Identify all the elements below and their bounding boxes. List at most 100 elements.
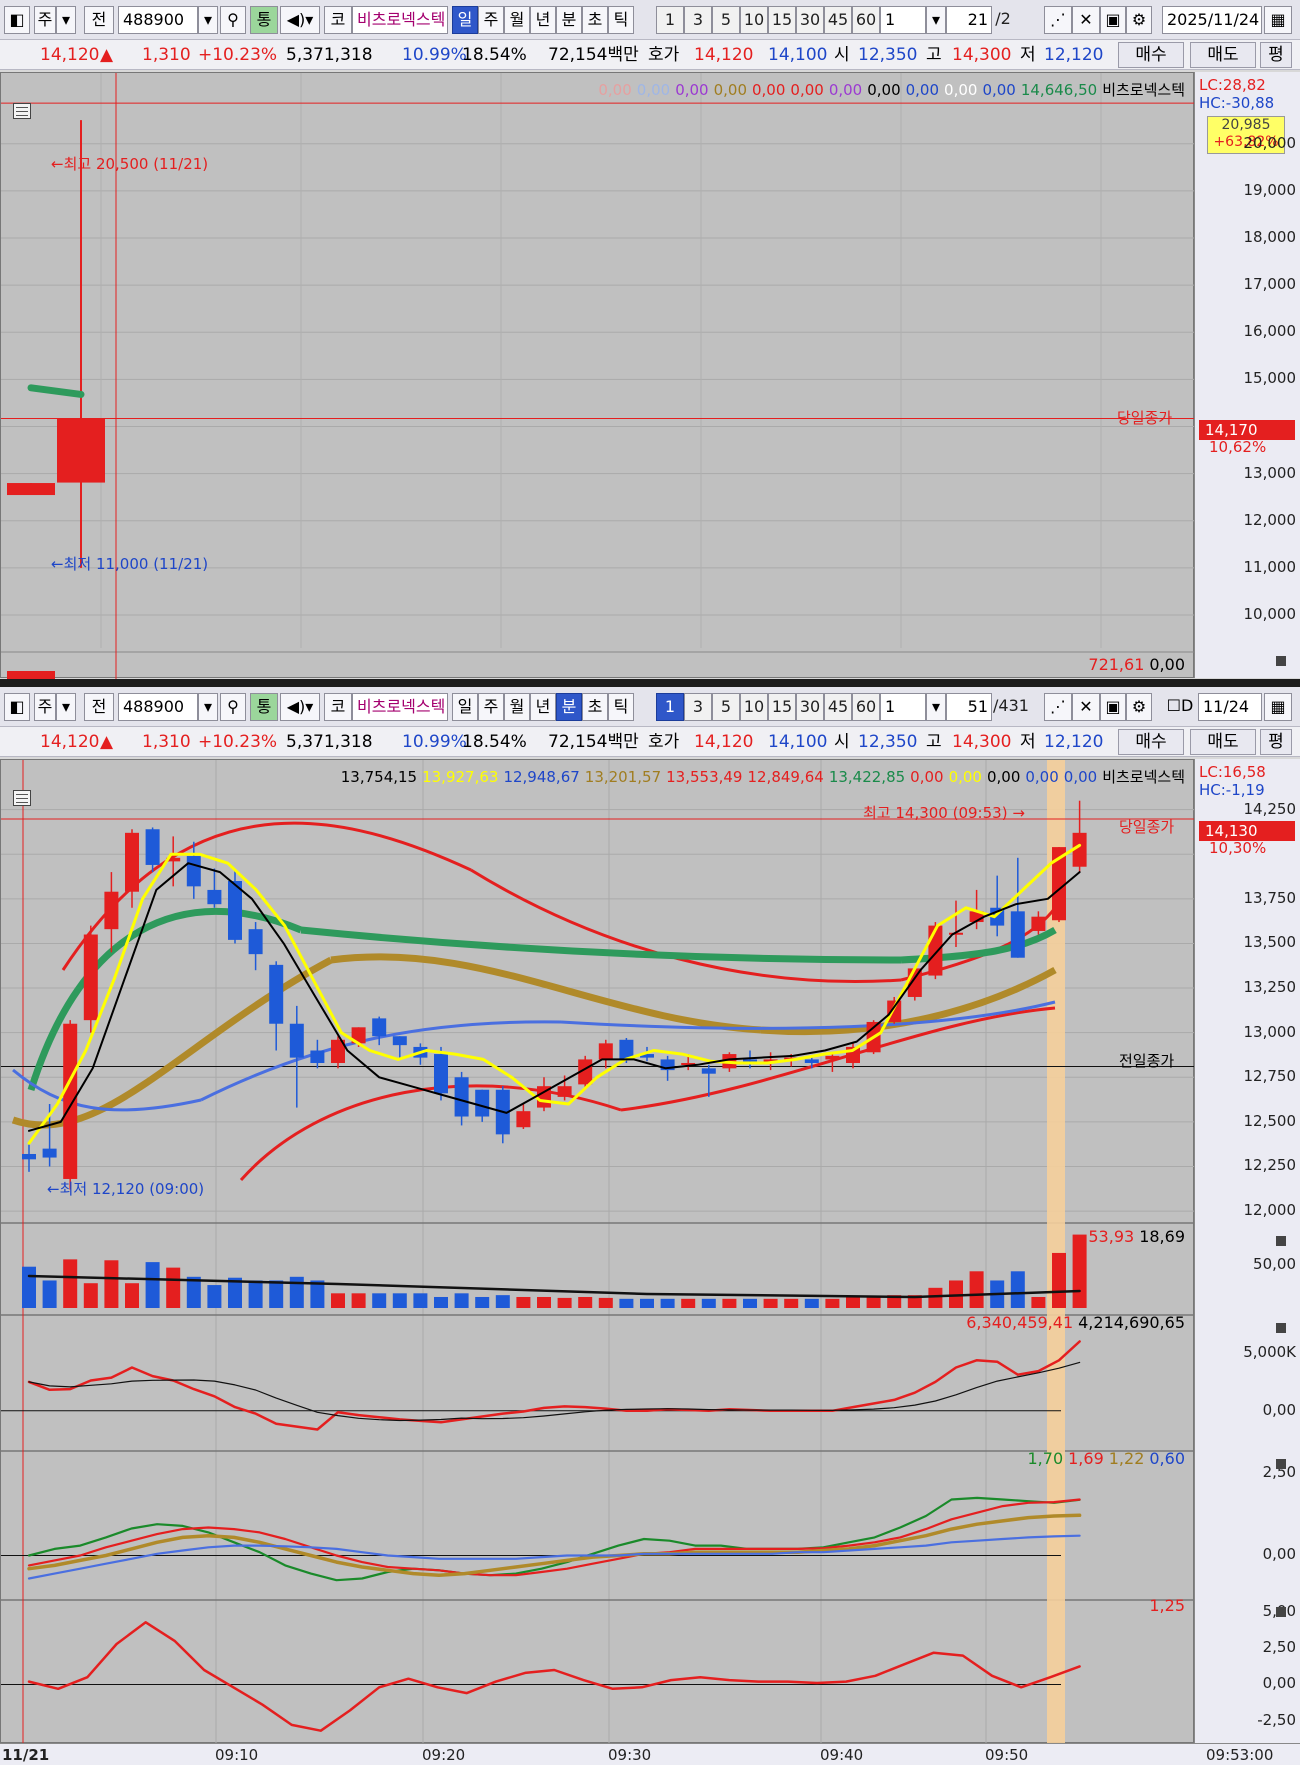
page-input[interactable]: 21 <box>946 6 992 34</box>
chevron-down-icon[interactable]: ▾ <box>198 6 218 34</box>
period-6[interactable]: 틱 <box>608 6 634 34</box>
calendar-icon[interactable]: ▦ <box>1264 6 1292 34</box>
page-input[interactable]: 51 <box>946 693 992 721</box>
chevron-down-icon[interactable]: ▾ <box>926 6 946 34</box>
period-3[interactable]: 년 <box>530 693 556 721</box>
panel-toggle-icon[interactable] <box>1276 656 1286 666</box>
current-pct: 10,62% <box>1209 438 1267 456</box>
prev-button[interactable]: 전 <box>84 6 114 34</box>
interval-10[interactable]: 10 <box>740 6 768 34</box>
minute-chart-area[interactable]: 13,754,15 13,927,63 12,948,67 13,201,57 13,5… <box>0 759 1195 1744</box>
legend-item: 13,201,57 <box>584 768 662 786</box>
calendar-icon[interactable]: ▦ <box>1264 693 1292 721</box>
stock-name[interactable]: 비츠로넥스텍 <box>352 6 448 34</box>
prev-button[interactable]: 전 <box>84 693 114 721</box>
interval-60[interactable]: 60 <box>852 6 880 34</box>
panel-toggle-icon[interactable] <box>1276 1236 1286 1246</box>
period-4[interactable]: 분 <box>556 6 582 34</box>
panel-toggle-icon[interactable] <box>1276 1607 1286 1617</box>
price-axis[interactable]: LC:28,82 HC:-30,88 20,985 +63,82% 14,170 … <box>1194 72 1300 678</box>
gear-icon[interactable]: ⚙ <box>1126 6 1152 34</box>
period-1[interactable]: 주 <box>478 693 504 721</box>
period-0[interactable]: 일 <box>452 693 478 721</box>
volume-bar <box>557 1297 572 1308</box>
period-5[interactable]: 초 <box>582 693 608 721</box>
legend-item: 0,00 <box>636 81 671 99</box>
interval-3[interactable]: 3 <box>684 693 712 721</box>
legend-item: 13,553,49 <box>666 768 743 786</box>
period-3[interactable]: 년 <box>530 6 556 34</box>
search-icon[interactable]: ⚲ <box>220 6 246 34</box>
tool-icon[interactable]: ⋰ <box>1044 6 1072 34</box>
period-6[interactable]: 틱 <box>608 693 634 721</box>
stock-name[interactable]: 비츠로넥스텍 <box>352 693 448 721</box>
legend-item: 0,00 <box>713 81 747 99</box>
date-input[interactable]: 2025/11/24 <box>1162 6 1262 34</box>
period-1[interactable]: 주 <box>478 6 504 34</box>
crosshair-icon[interactable]: ✕ <box>1072 693 1100 721</box>
gear-icon[interactable]: ⚙ <box>1126 693 1152 721</box>
window-separator <box>0 679 1300 687</box>
interval-3[interactable]: 3 <box>684 6 712 34</box>
code-input[interactable]: 488900 <box>118 693 198 721</box>
link-button[interactable]: 통 <box>250 693 278 721</box>
interval-5[interactable]: 5 <box>712 693 740 721</box>
period-4[interactable]: 분 <box>556 693 582 721</box>
interval-30[interactable]: 30 <box>796 6 824 34</box>
layout-icon[interactable]: ◧ <box>4 693 30 721</box>
exchange-button[interactable]: 코 <box>324 6 352 34</box>
volume-bar <box>207 1285 222 1308</box>
sell-button[interactable]: 매도 <box>1190 729 1256 755</box>
price-axis[interactable]: LC:16,58 HC:-1,19 14,130 10,30% 14,250 13… <box>1194 759 1300 1743</box>
interval-1[interactable]: 1 <box>656 693 684 721</box>
chevron-down-icon[interactable]: ▾ <box>56 6 76 34</box>
sell-button[interactable]: 매도 <box>1190 42 1256 68</box>
interval-15[interactable]: 15 <box>768 693 796 721</box>
count-select[interactable]: 1 <box>880 6 926 34</box>
count-select[interactable]: 1 <box>880 693 926 721</box>
chevron-down-icon[interactable]: ▾ <box>198 693 218 721</box>
data-table-icon[interactable] <box>13 103 31 119</box>
tool-icon[interactable]: ⋰ <box>1044 693 1072 721</box>
interval-5[interactable]: 5 <box>712 6 740 34</box>
period-5[interactable]: 초 <box>582 6 608 34</box>
interval-45[interactable]: 45 <box>824 6 852 34</box>
interval-1[interactable]: 1 <box>656 6 684 34</box>
market-select[interactable]: 주 <box>34 6 56 34</box>
code-input[interactable]: 488900 <box>118 6 198 34</box>
exchange-button[interactable]: 코 <box>324 693 352 721</box>
chevron-down-icon[interactable]: ▾ <box>926 693 946 721</box>
speaker-icon[interactable]: ◀)▾ <box>280 693 320 721</box>
search-icon[interactable]: ⚲ <box>220 693 246 721</box>
interval-45[interactable]: 45 <box>824 693 852 721</box>
interval-15[interactable]: 15 <box>768 6 796 34</box>
flat-button[interactable]: 평 <box>1260 729 1292 755</box>
period-2[interactable]: 월 <box>504 693 530 721</box>
period-0[interactable]: 일 <box>452 6 478 34</box>
link-button[interactable]: 통 <box>250 6 278 34</box>
crosshair-icon[interactable]: ✕ <box>1072 6 1100 34</box>
interval-60[interactable]: 60 <box>852 693 880 721</box>
save-icon[interactable]: ▣ <box>1100 6 1126 34</box>
checkbox-d[interactable]: ☐D <box>1162 693 1198 721</box>
daily-chart-area[interactable]: 0,00 0,00 0,00 0,00 0,00 0,00 0,00 0,00 0,00 0,00… <box>0 72 1195 679</box>
data-table-icon[interactable] <box>13 790 31 806</box>
speaker-icon[interactable]: ◀)▾ <box>280 6 320 34</box>
market-select[interactable]: 주 <box>34 693 56 721</box>
hoga-label: 호가 <box>648 732 680 752</box>
volume-bar <box>866 1296 881 1308</box>
date-input[interactable]: 11/24 <box>1198 693 1262 721</box>
turnover-value: 10.99% <box>402 45 467 65</box>
buy-button[interactable]: 매수 <box>1118 729 1184 755</box>
interval-30[interactable]: 30 <box>796 693 824 721</box>
layout-icon[interactable]: ◧ <box>4 6 30 34</box>
interval-10[interactable]: 10 <box>740 693 768 721</box>
chevron-down-icon[interactable]: ▾ <box>56 693 76 721</box>
panel-toggle-icon[interactable] <box>1276 1323 1286 1333</box>
volume-bar <box>1010 1271 1025 1308</box>
flat-button[interactable]: 평 <box>1260 42 1292 68</box>
panel-toggle-icon[interactable] <box>1276 1459 1286 1469</box>
buy-button[interactable]: 매수 <box>1118 42 1184 68</box>
period-2[interactable]: 월 <box>504 6 530 34</box>
save-icon[interactable]: ▣ <box>1100 693 1126 721</box>
